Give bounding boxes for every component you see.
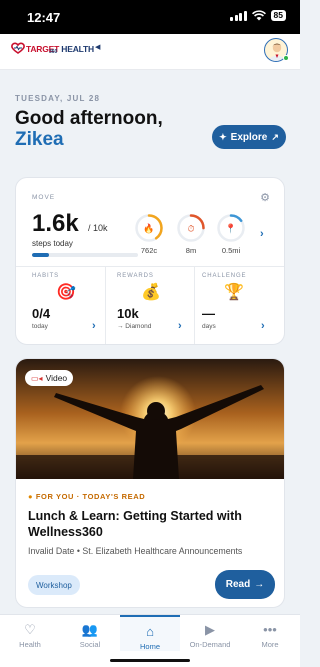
- article-card[interactable]: ▭◂ Video ● FOR YOU · TODAY'S READ Lunch …: [15, 358, 285, 608]
- sparkle-icon: ✦: [219, 131, 227, 142]
- steps-goal: / 10k: [88, 223, 108, 233]
- article-title: Lunch & Learn: Getting Started with Well…: [28, 509, 242, 539]
- video-badge: ▭◂ Video: [25, 370, 74, 386]
- read-button[interactable]: Read →: [215, 570, 275, 599]
- location-pin-icon: 📍: [225, 223, 236, 234]
- read-label: Read: [225, 579, 251, 590]
- habits-value: 0/4: [32, 306, 51, 321]
- tab-on-demand[interactable]: ▶ On-Demand: [180, 615, 240, 651]
- explore-button[interactable]: ✦ Explore ↗: [212, 125, 286, 149]
- activity-ring: 🔥: [134, 213, 164, 243]
- current-date: TUESDAY, JUL 28: [15, 94, 101, 103]
- gear-icon[interactable]: ⚙: [260, 191, 270, 204]
- arrow-up-right-icon: ↗: [271, 131, 279, 142]
- activity-ring-label: 8m: [185, 246, 197, 255]
- user-name: Zikea: [15, 129, 64, 150]
- rewards-sub: → Diamond: [117, 323, 152, 330]
- move-chevron-icon[interactable]: ›: [260, 228, 264, 240]
- greeting-text: Good afternoon,: [15, 108, 163, 129]
- steps-caption: steps today: [32, 239, 73, 248]
- steps-progress-bar: [32, 253, 138, 257]
- brand-name: TARGET HEALTH: [26, 44, 94, 54]
- flame-icon: 🔥: [143, 223, 154, 234]
- activity-ring: 📍: [216, 213, 246, 243]
- challenge-chevron-icon: ›: [261, 320, 265, 332]
- heart-logo-icon: [11, 42, 25, 54]
- tab-home[interactable]: ⌂ Home: [120, 615, 180, 651]
- status-indicators: 85: [230, 10, 286, 21]
- tab-label: On-Demand: [189, 640, 231, 649]
- article-meta: Invalid Date • St. Elizabeth Healthcare …: [28, 546, 243, 556]
- status-time: 12:47: [27, 10, 61, 25]
- rewards-chevron-icon: ›: [178, 320, 182, 332]
- target-icon: 🎯: [56, 284, 76, 301]
- money-bag-icon: 💰: [141, 284, 161, 301]
- challenge-value: —: [202, 306, 215, 321]
- app-header: TARGET HEALTH ◀ 360: [0, 34, 300, 70]
- wifi-icon: [251, 10, 266, 21]
- activity-card: MOVE ⚙ 1.6k / 10k steps today 🔥 762c ⏱ 8m 📍 0…: [15, 177, 285, 345]
- signal-icon: [230, 10, 247, 21]
- video-badge-label: Video: [45, 373, 68, 383]
- video-camera-icon: ▭◂: [31, 373, 43, 383]
- play-screen-icon: ▶: [205, 622, 215, 637]
- article-kicker: ● FOR YOU · TODAY'S READ: [28, 492, 146, 501]
- habits-chevron-icon: ›: [92, 320, 96, 332]
- tab-label: Social: [79, 640, 101, 649]
- tab-health[interactable]: ♡ Health: [0, 615, 60, 651]
- home-indicator: [110, 659, 190, 662]
- rewards-value: 10k: [117, 306, 139, 321]
- brand-sub: 360: [49, 49, 58, 55]
- home-icon: ⌂: [146, 624, 154, 639]
- brand-arrow-icon: ◀: [94, 44, 101, 51]
- status-bar: 12:47 85: [0, 0, 300, 34]
- workshop-tag[interactable]: Workshop: [28, 575, 80, 595]
- more-dots-icon: •••: [263, 622, 277, 637]
- tab-social[interactable]: 👥 Social: [60, 615, 120, 651]
- card-divider: [16, 266, 284, 267]
- tab-label: Health: [19, 640, 41, 649]
- heart-icon: ♡: [24, 622, 36, 637]
- challenge-sub: days: [202, 323, 216, 330]
- trophy-icon: 🏆: [224, 284, 244, 301]
- stopwatch-icon: ⏱: [187, 224, 194, 234]
- online-status-dot: [283, 55, 289, 61]
- habits-label: HABITS: [32, 273, 60, 279]
- activity-ring-label: 0.5mi: [221, 246, 241, 255]
- people-icon: 👥: [81, 622, 99, 637]
- card-divider: [194, 266, 195, 344]
- habits-sub: today: [32, 323, 48, 330]
- rewards-label: REWARDS: [117, 273, 154, 279]
- challenge-label: CHALLENGE: [202, 273, 247, 279]
- card-divider: [105, 266, 106, 344]
- explore-label: Explore: [230, 131, 268, 143]
- tab-more[interactable]: ••• More: [240, 615, 300, 651]
- battery-icon: 85: [270, 10, 286, 21]
- tab-label: More: [261, 640, 279, 649]
- activity-ring-label: 762c: [140, 246, 158, 255]
- steps-progress-fill: [32, 253, 49, 257]
- arrow-right-icon: →: [254, 579, 265, 590]
- activity-ring: ⏱: [176, 213, 206, 243]
- move-label: MOVE: [32, 194, 56, 201]
- tab-label: Home: [139, 642, 160, 651]
- steps-count: 1.6k: [32, 210, 79, 237]
